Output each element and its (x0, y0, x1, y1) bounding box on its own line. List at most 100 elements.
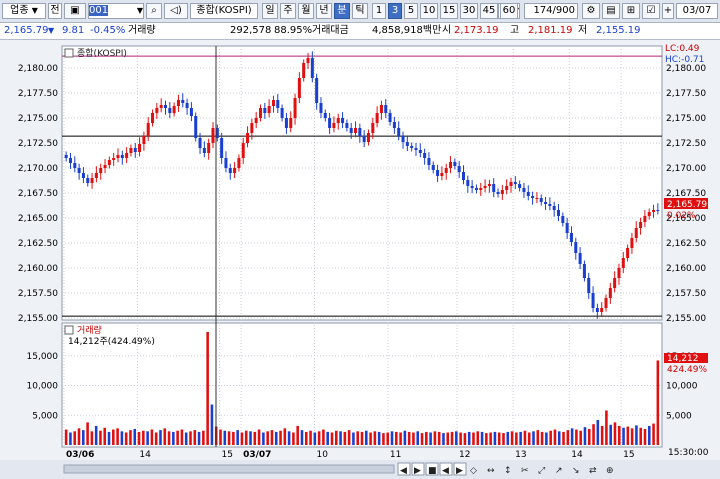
candle-body (81, 173, 85, 178)
minute-button-5[interactable]: 5 (404, 3, 418, 19)
nav-arrow-icon: ⊕ (606, 466, 614, 476)
period-button-5[interactable]: 틱 (352, 3, 368, 19)
price-tick-label-right: 2,160.00 (666, 264, 706, 274)
market-select[interactable]: 업종 ▼ (2, 3, 46, 19)
volume-bar (545, 432, 548, 445)
candle-body (384, 105, 388, 113)
tool-button-3[interactable]: ⊞ (622, 3, 640, 19)
tool-button-2[interactable]: ▤ (602, 3, 620, 19)
volume-bar (399, 432, 402, 445)
search-button[interactable]: ⌕ (146, 3, 162, 19)
price-tick-label: 2,170.00 (18, 164, 58, 174)
candle-body (176, 100, 180, 106)
candle-body (522, 188, 526, 192)
candle-body (237, 158, 241, 168)
volume-bar (356, 431, 359, 445)
minute-button-15[interactable]: 15 (440, 3, 458, 19)
panel-checkbox-icon[interactable] (64, 325, 74, 335)
market-sub-select[interactable]: 전 (48, 3, 62, 19)
period-button-1[interactable]: 주 (280, 3, 296, 19)
minute-button-1[interactable]: 1 (372, 3, 386, 19)
candle-body (548, 204, 552, 206)
nav-arrow-icon: ■ (428, 466, 437, 476)
minute-button-10[interactable]: 10 (420, 3, 438, 19)
nav-arrow-icon: ◀ (442, 466, 449, 476)
volume-bar (322, 429, 325, 445)
minute-button-45[interactable]: 45 (480, 3, 498, 19)
nav-arrow-icon: ◀ (400, 466, 407, 476)
count-field[interactable]: 174/900 (524, 3, 578, 19)
volume-bar (626, 426, 630, 445)
candle-body (293, 98, 297, 118)
candle-body (271, 100, 275, 106)
volume-bar (86, 422, 89, 445)
minute-button-30[interactable]: 30 (460, 3, 478, 19)
candle-body (125, 153, 129, 158)
last-volume-label: 14,212 (667, 354, 699, 364)
volume-bar (485, 433, 488, 445)
candle-body (526, 192, 530, 196)
candle-body (405, 142, 409, 146)
volume-bar (266, 431, 269, 445)
minute-button-3[interactable]: 3 (388, 3, 402, 19)
volume-bar (77, 428, 81, 445)
low-value: 2,155.19 (596, 25, 641, 36)
candle-body (453, 162, 457, 166)
tool-button-5[interactable]: + (662, 3, 674, 19)
volume-bar (630, 428, 634, 445)
volume-bar (352, 432, 355, 445)
volume-bar (347, 430, 351, 445)
tool-button-4[interactable]: ☑ (642, 3, 660, 19)
candle-body (366, 133, 370, 142)
date-field[interactable]: 03/07 (676, 3, 718, 19)
volume-bar (622, 427, 625, 445)
last-price-pct: 0.02% (667, 211, 696, 221)
candle-body (630, 238, 634, 248)
candle-body (142, 136, 146, 144)
time-tick-label: 14 (139, 450, 151, 460)
panel-checkbox-icon[interactable] (64, 48, 74, 58)
speaker-button[interactable]: ◁) (164, 3, 188, 19)
candle-body (492, 184, 496, 192)
code-input[interactable]: 001 ▼ (88, 3, 144, 19)
clock-label: 15:30:00 (668, 448, 709, 458)
stock-name-field[interactable]: 종합(KOSPI) (190, 3, 258, 19)
period-button-0[interactable]: 일 (262, 3, 278, 19)
candle-body (198, 138, 202, 148)
volume-tick-label: 5,000 (32, 411, 58, 421)
candle-body (479, 188, 483, 190)
candle-body (531, 196, 535, 198)
volume-bar (360, 431, 364, 445)
candle-body (163, 105, 168, 108)
quote-info-bar: 2,165.79 ▼ 9.81 -0.45% 거래량 292,578 88.95… (0, 23, 720, 40)
volume-bar (133, 428, 137, 445)
scrollbar-track[interactable] (63, 464, 395, 474)
volume-bar (523, 430, 527, 445)
lock-button[interactable]: ▣ (64, 3, 86, 19)
volume-bar (570, 428, 574, 445)
time-tick-label: 03/06 (66, 450, 94, 460)
volume-bar (90, 431, 94, 445)
volume-bar (287, 431, 291, 445)
tool-button-1[interactable]: ⚙ (582, 3, 600, 19)
stock-chart[interactable]: 2,155.00 2,155.00 2,157.50 2,157.50 2,160.00… (0, 40, 720, 479)
volume-bar (343, 431, 347, 445)
period-button-2[interactable]: 월 (298, 3, 314, 19)
price-tick-label-right: 2,175.00 (666, 114, 706, 124)
period-button-3[interactable]: 년 (316, 3, 332, 19)
volume-label: 거래량 (128, 25, 156, 36)
high-value: 2,181.19 (528, 25, 573, 36)
volume-bar (184, 432, 188, 445)
volume-bar (652, 423, 655, 445)
price-tick-label: 2,175.00 (18, 114, 58, 124)
volume-bar (647, 425, 651, 445)
candle-body (189, 108, 193, 116)
candle-body (202, 148, 206, 153)
period-button-4[interactable]: 분 (334, 3, 350, 19)
candle-body (129, 148, 133, 153)
volume-bar (232, 431, 235, 445)
candle-body (250, 123, 254, 133)
minute-button-60[interactable]: 60 (500, 3, 518, 19)
candle-body (315, 78, 319, 103)
time-tick-label: 14 (571, 450, 583, 460)
